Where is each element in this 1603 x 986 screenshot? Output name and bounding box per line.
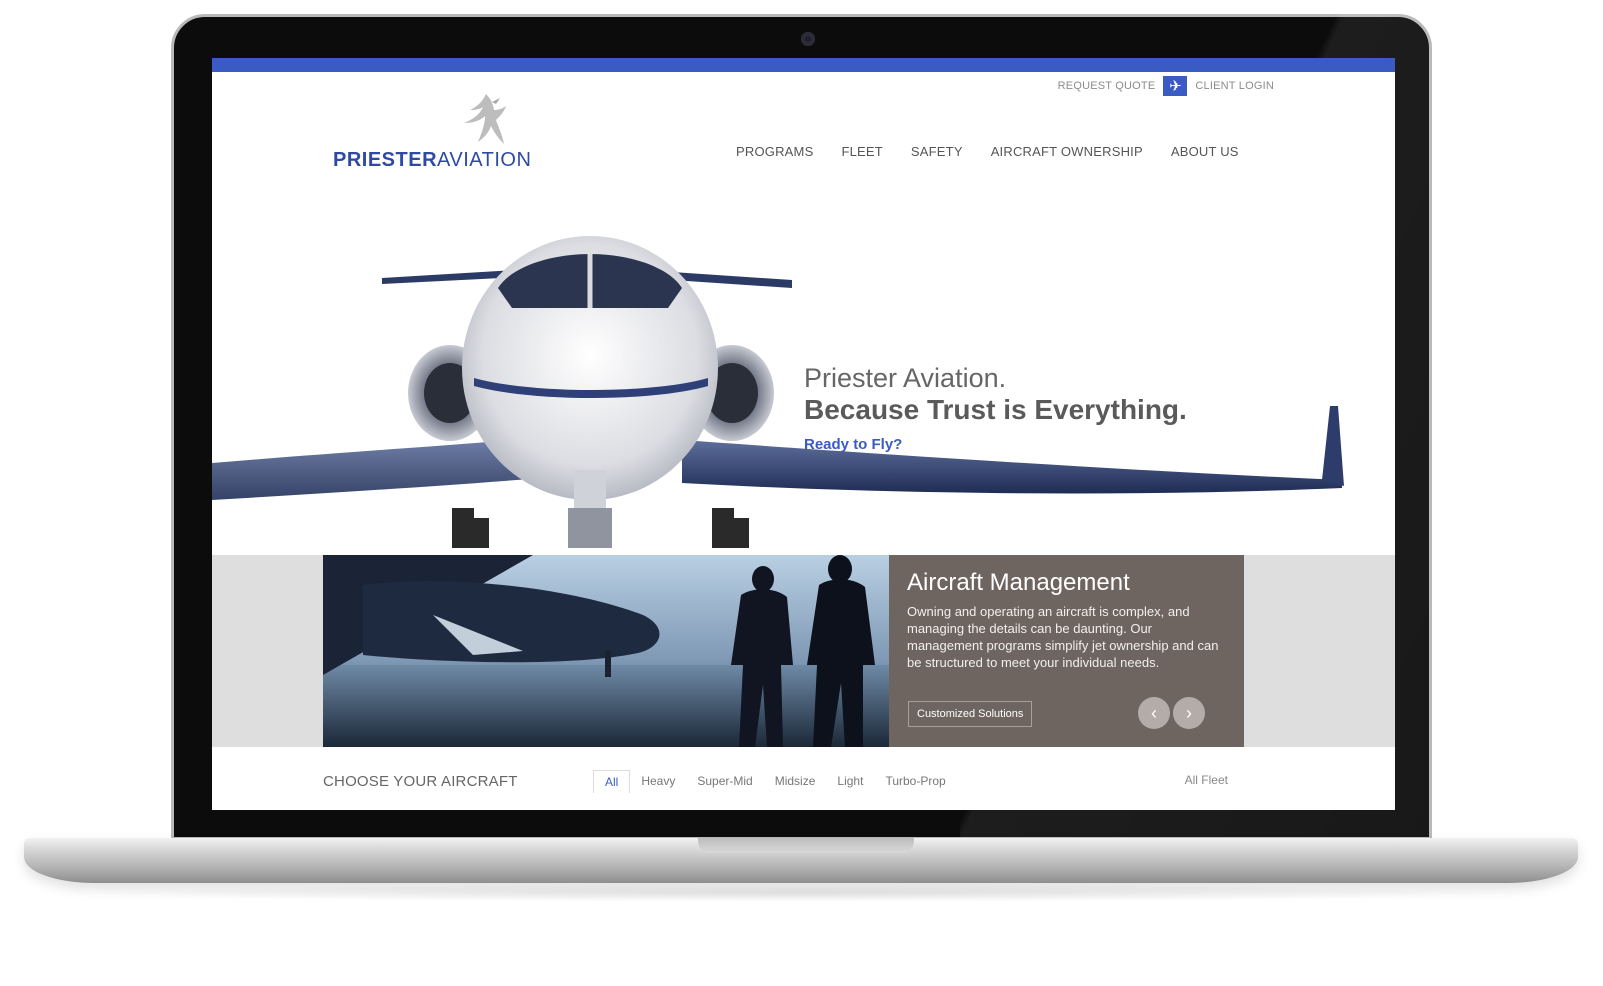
top-accent-bar bbox=[212, 58, 1395, 72]
hero-line-1: Priester Aviation. bbox=[804, 363, 1007, 393]
tab-turbo-prop[interactable]: Turbo-Prop bbox=[874, 770, 956, 793]
tab-midsize[interactable]: Midsize bbox=[764, 770, 827, 793]
client-login-link[interactable]: CLIENT LOGIN bbox=[1195, 80, 1274, 92]
tab-super-mid[interactable]: Super-Mid bbox=[686, 770, 763, 793]
website-screen: REQUEST QUOTE ✈ CLIENT LOGIN PRIESTERAVI… bbox=[212, 58, 1395, 810]
laptop-notch bbox=[698, 838, 914, 853]
banner-info-panel: Aircraft Management Owning and operating… bbox=[889, 555, 1244, 747]
nav-programs[interactable]: PROGRAMS bbox=[736, 144, 813, 159]
logo-aviation: AVIATION bbox=[437, 149, 532, 171]
site-logo[interactable]: PRIESTERAVIATION bbox=[333, 92, 603, 172]
webcam-icon bbox=[802, 33, 814, 45]
tab-all[interactable]: All bbox=[593, 770, 631, 793]
banner-slider: Aircraft Management Owning and operating… bbox=[323, 555, 1244, 747]
hero-line-2: Because Trust is Everything. bbox=[804, 394, 1187, 425]
all-fleet-link[interactable]: All Fleet bbox=[1185, 773, 1228, 787]
tab-light[interactable]: Light bbox=[826, 770, 874, 793]
chevron-right-icon[interactable]: › bbox=[1173, 697, 1205, 729]
utility-bar: REQUEST QUOTE ✈ CLIENT LOGIN bbox=[1058, 76, 1274, 96]
banner-photo bbox=[323, 555, 889, 747]
nav-about-us[interactable]: ABOUT US bbox=[1171, 144, 1239, 159]
choose-aircraft-title: CHOOSE YOUR AIRCRAFT bbox=[323, 773, 518, 790]
logo-priester: PRIESTER bbox=[333, 149, 438, 171]
airplane-icon: ✈ bbox=[1163, 76, 1188, 96]
banner-description: Owning and operating an aircraft is comp… bbox=[907, 604, 1219, 670]
main-nav: PROGRAMS FLEET SAFETY AIRCRAFT OWNERSHIP… bbox=[736, 144, 1239, 159]
nav-fleet[interactable]: FLEET bbox=[841, 144, 882, 159]
hero-tagline: Priester Aviation. Because Trust is Ever… bbox=[804, 362, 1187, 453]
choose-aircraft-row: CHOOSE YOUR AIRCRAFT All Heavy Super-Mid… bbox=[323, 770, 1228, 800]
request-quote-link[interactable]: REQUEST QUOTE bbox=[1058, 80, 1156, 92]
laptop-shadow bbox=[60, 884, 1540, 902]
ready-to-fly-link[interactable]: Ready to Fly? bbox=[804, 436, 1187, 453]
nav-aircraft-ownership[interactable]: AIRCRAFT OWNERSHIP bbox=[991, 144, 1143, 159]
logo-wordmark: PRIESTERAVIATION bbox=[333, 149, 531, 172]
banner-title: Aircraft Management bbox=[907, 569, 1130, 596]
nav-safety[interactable]: SAFETY bbox=[911, 144, 963, 159]
tab-heavy[interactable]: Heavy bbox=[630, 770, 686, 793]
aircraft-filter-tabs: All Heavy Super-Mid Midsize Light Turbo-… bbox=[593, 770, 957, 793]
hero-section: Priester Aviation. Because Trust is Ever… bbox=[212, 208, 1395, 555]
eagle-logo-icon bbox=[464, 94, 506, 144]
customized-solutions-button[interactable]: Customized Solutions bbox=[908, 701, 1033, 727]
chevron-left-icon[interactable]: ‹ bbox=[1138, 697, 1170, 729]
